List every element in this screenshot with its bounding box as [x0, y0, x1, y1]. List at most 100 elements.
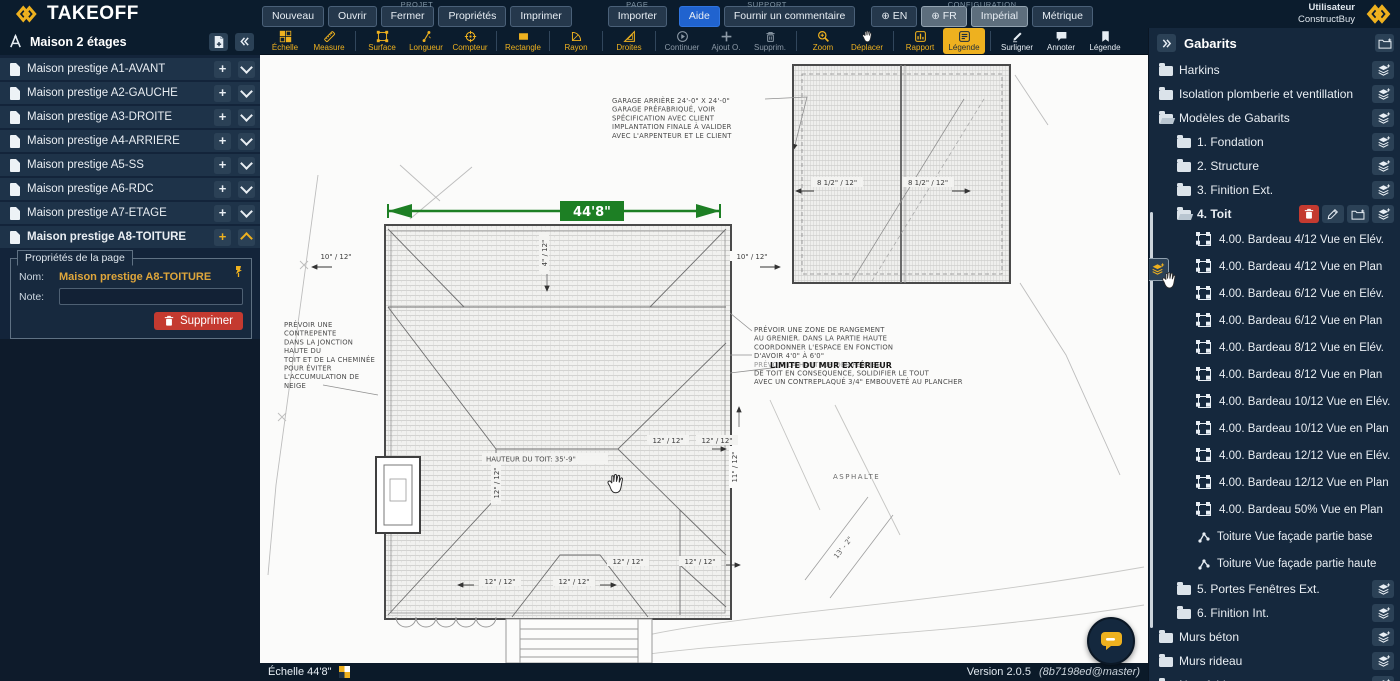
gabarit-folder-structure[interactable]: 2. Structure: [1149, 154, 1400, 178]
tool-legende-active[interactable]: Légende: [943, 28, 985, 54]
expand-page-button[interactable]: [238, 205, 255, 222]
drawing-canvas[interactable]: 44'8" GARAGE ARRIÈRE 24'-0" X 24'-0" GAR…: [260, 55, 1148, 663]
add-takeoff-button[interactable]: [1372, 109, 1394, 127]
gabarit-folder-isolation[interactable]: Isolation plomberie et ventillation: [1149, 82, 1400, 106]
tool-echelle[interactable]: Échelle: [264, 28, 306, 54]
expand-page-button[interactable]: [238, 61, 255, 78]
tool-droites[interactable]: Droites: [608, 28, 650, 54]
add-takeoff-to-page-button[interactable]: [214, 61, 231, 78]
gabarit-folder-new-folder[interactable]: New folder: [1149, 673, 1400, 681]
page-row-a2[interactable]: Maison prestige A2-GAUCHE: [0, 82, 260, 104]
add-takeoff-to-page-button[interactable]: [214, 181, 231, 198]
gabarit-item-bardeau-12-12-elev[interactable]: 4.00. Bardeau 12/12 Vue en Élév.: [1149, 442, 1400, 469]
tool-longueur[interactable]: Longueur: [405, 28, 447, 54]
importer-button[interactable]: Importer: [608, 6, 667, 27]
tool-ajout[interactable]: Ajout O.: [705, 28, 747, 54]
aide-button[interactable]: Aide: [679, 6, 720, 27]
gabarit-item-bardeau-12-12-plan[interactable]: 4.00. Bardeau 12/12 Vue en Plan: [1149, 469, 1400, 496]
tool-deplacer[interactable]: Déplacer: [846, 28, 888, 54]
expand-page-button[interactable]: [238, 109, 255, 126]
tool-annoter[interactable]: Annoter: [1040, 28, 1082, 54]
gabarit-item-bardeau-6-12-elev[interactable]: 4.00. Bardeau 6/12 Vue en Élév.: [1149, 280, 1400, 307]
tool-zoom[interactable]: Zoom: [802, 28, 844, 54]
ouvrir-button[interactable]: Ouvrir: [328, 6, 377, 27]
chat-button[interactable]: [1087, 617, 1135, 665]
gabarit-folder-finition-int[interactable]: 6. Finition Int.: [1149, 601, 1400, 625]
add-takeoff-button[interactable]: [1372, 205, 1394, 223]
page-row-a7[interactable]: Maison prestige A7-ETAGE: [0, 202, 260, 224]
page-row-a6[interactable]: Maison prestige A6-RDC: [0, 178, 260, 200]
gabarit-folder-toit[interactable]: 4. Toit: [1149, 202, 1400, 226]
add-takeoff-button[interactable]: [1372, 157, 1394, 175]
page-row-a5[interactable]: Maison prestige A5-SS: [0, 154, 260, 176]
gabarit-item-bardeau-4-12-elev[interactable]: 4.00. Bardeau 4/12 Vue en Élév.: [1149, 226, 1400, 253]
gabarit-folder-murs-beton[interactable]: Murs béton: [1149, 625, 1400, 649]
gabarit-item-bardeau-8-12-plan[interactable]: 4.00. Bardeau 8/12 Vue en Plan: [1149, 361, 1400, 388]
fermer-button[interactable]: Fermer: [381, 6, 435, 27]
add-takeoff-to-page-button[interactable]: [214, 133, 231, 150]
tool-surface[interactable]: Surface: [361, 28, 403, 54]
page-row-a8-selected[interactable]: Maison prestige A8-TOITURE: [0, 226, 260, 248]
expand-page-button[interactable]: [238, 157, 255, 174]
add-takeoff-button[interactable]: [1372, 580, 1394, 598]
gabarit-item-bardeau-50-plan[interactable]: 4.00. Bardeau 50% Vue en Plan: [1149, 496, 1400, 523]
add-takeoff-button[interactable]: [1372, 181, 1394, 199]
tool-rayon[interactable]: Rayon: [555, 28, 597, 54]
imperial-button[interactable]: Impérial: [971, 6, 1028, 27]
add-takeoff-to-page-button[interactable]: [214, 109, 231, 126]
lang-fr-button[interactable]: FR: [921, 6, 966, 27]
note-input[interactable]: [59, 288, 243, 305]
add-takeoff-to-page-button[interactable]: [214, 157, 231, 174]
imprimer-button[interactable]: Imprimer: [510, 6, 571, 27]
pin-icon[interactable]: [233, 265, 244, 278]
add-takeoff-button[interactable]: [1372, 133, 1394, 151]
new-folder-button[interactable]: [1375, 34, 1394, 52]
edit-folder-button[interactable]: [1322, 205, 1344, 223]
gabarit-folder-portes-fenetres[interactable]: 5. Portes Fenêtres Ext.: [1149, 577, 1400, 601]
tool-continuer[interactable]: Continuer: [661, 28, 703, 54]
tool-legende-2[interactable]: Légende: [1084, 28, 1126, 54]
gabarit-folder-harkins[interactable]: Harkins: [1149, 58, 1400, 82]
add-takeoff-button[interactable]: [1372, 628, 1394, 646]
tool-measure[interactable]: Measure: [308, 28, 350, 54]
collapse-right-panel-button[interactable]: [1157, 34, 1176, 52]
page-row-a3[interactable]: Maison prestige A3-DROITE: [0, 106, 260, 128]
add-takeoff-to-page-button[interactable]: [214, 85, 231, 102]
commentaire-button[interactable]: Fournir un commentaire: [724, 6, 855, 27]
gabarit-folder-fondation[interactable]: 1. Fondation: [1149, 130, 1400, 154]
add-takeoff-to-page-button[interactable]: [214, 229, 231, 246]
scale-checker-icon[interactable]: [339, 666, 350, 678]
add-takeoff-button[interactable]: [1372, 676, 1394, 681]
add-takeoff-button[interactable]: [1372, 604, 1394, 622]
add-takeoff-button[interactable]: [1372, 61, 1394, 79]
tool-compteur[interactable]: Compteur: [449, 28, 491, 54]
expand-page-button[interactable]: [238, 181, 255, 198]
gabarit-item-bardeau-10-12-elev[interactable]: 4.00. Bardeau 10/12 Vue en Élév.: [1149, 388, 1400, 415]
collapse-page-button[interactable]: [238, 229, 255, 246]
delete-folder-button[interactable]: [1299, 205, 1319, 223]
page-row-a4[interactable]: Maison prestige A4-ARRIERE: [0, 130, 260, 152]
gabarit-folder-finition-ext[interactable]: 3. Finition Ext.: [1149, 178, 1400, 202]
collapse-left-panel-button[interactable]: [235, 33, 254, 51]
gabarit-item-bardeau-10-12-plan[interactable]: 4.00. Bardeau 10/12 Vue en Plan: [1149, 415, 1400, 442]
expand-page-button[interactable]: [238, 133, 255, 150]
add-page-button[interactable]: [209, 33, 228, 51]
gabarit-item-bardeau-4-12-plan[interactable]: 4.00. Bardeau 4/12 Vue en Plan: [1149, 253, 1400, 280]
tool-rectangle[interactable]: Rectangle: [502, 28, 544, 54]
expand-page-button[interactable]: [238, 85, 255, 102]
proprietes-button[interactable]: Propriétés: [438, 6, 506, 27]
metrique-button[interactable]: Métrique: [1032, 6, 1093, 27]
page-row-a1[interactable]: Maison prestige A1-AVANT: [0, 58, 260, 80]
tool-rapport[interactable]: Rapport: [899, 28, 941, 54]
add-takeoff-button[interactable]: [1372, 85, 1394, 103]
gabarit-item-bardeau-8-12-elev[interactable]: 4.00. Bardeau 8/12 Vue en Élév.: [1149, 334, 1400, 361]
tool-supprimer[interactable]: Supprim.: [749, 28, 791, 54]
delete-page-button[interactable]: Supprimer: [154, 312, 243, 330]
add-takeoff-button[interactable]: [1372, 652, 1394, 670]
gabarit-folder-murs-rideau[interactable]: Murs rideau: [1149, 649, 1400, 673]
gabarit-folder-modeles[interactable]: Modèles de Gabarits: [1149, 106, 1400, 130]
tool-surligner[interactable]: Surligner: [996, 28, 1038, 54]
nouveau-button[interactable]: Nouveau: [262, 6, 324, 27]
gabarit-item-toiture-base[interactable]: Toiture Vue façade partie base: [1149, 523, 1400, 550]
gabarit-item-bardeau-6-12-plan[interactable]: 4.00. Bardeau 6/12 Vue en Plan: [1149, 307, 1400, 334]
